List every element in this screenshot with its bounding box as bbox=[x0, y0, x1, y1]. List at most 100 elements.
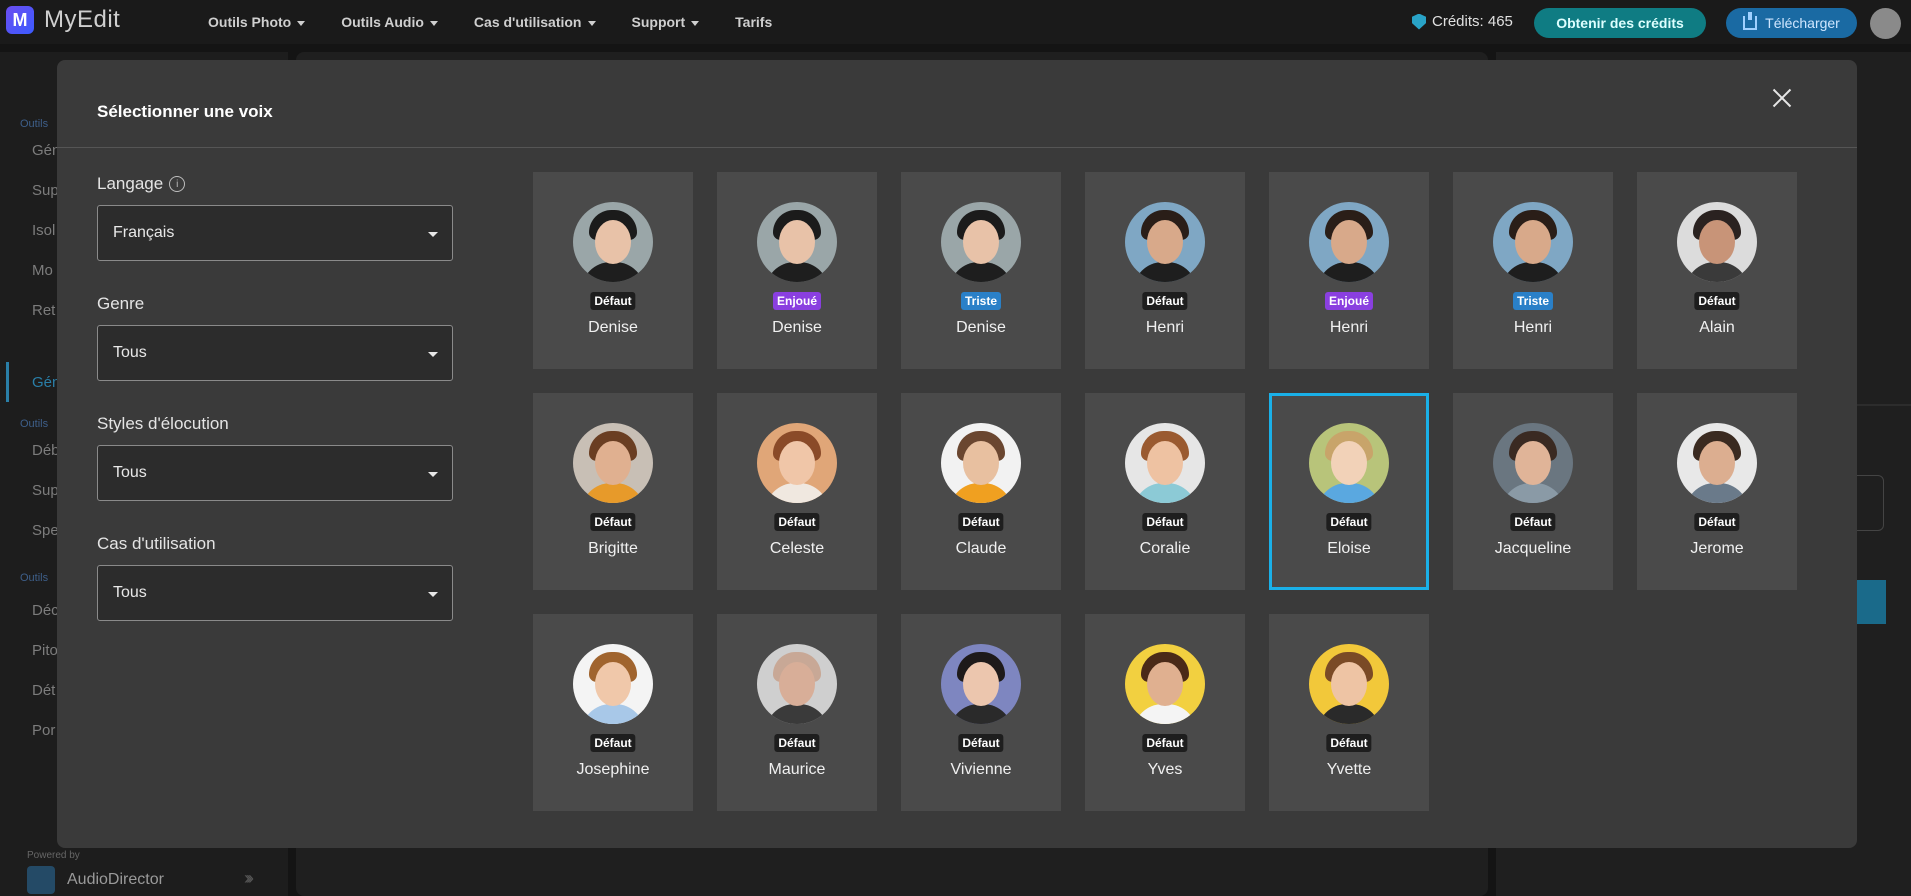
voice-card[interactable]: Défaut Maurice bbox=[717, 614, 877, 811]
usecase-value: Tous bbox=[113, 584, 147, 601]
gender-select[interactable]: Tous bbox=[97, 325, 453, 381]
voice-name: Vivienne bbox=[950, 761, 1012, 778]
info-icon[interactable]: i bbox=[169, 176, 186, 192]
nav-label: Tarifs bbox=[735, 14, 773, 30]
nav-outils-photo[interactable]: Outils Photo bbox=[208, 14, 306, 30]
language-label: Langage bbox=[97, 174, 164, 193]
voice-avatar bbox=[1493, 423, 1573, 503]
avatar-body bbox=[765, 704, 829, 724]
voice-card[interactable]: Défaut Jerome bbox=[1637, 393, 1797, 590]
download-label: Télécharger bbox=[1765, 15, 1840, 31]
avatar-body bbox=[949, 704, 1013, 724]
nav-outils-audio[interactable]: Outils Audio bbox=[341, 14, 438, 30]
double-chevron-right-icon[interactable]: ››› bbox=[244, 868, 254, 889]
voice-card[interactable]: Défaut Brigitte bbox=[533, 393, 693, 590]
voice-style-badge: Défaut bbox=[958, 513, 1004, 531]
style-select[interactable]: Tous bbox=[97, 445, 453, 501]
audiodirector-link[interactable]: AudioDirector bbox=[27, 866, 164, 894]
avatar-face bbox=[1699, 220, 1735, 264]
voice-card[interactable]: Défaut Yvette bbox=[1269, 614, 1429, 811]
voice-avatar bbox=[1125, 202, 1205, 282]
voice-name: Alain bbox=[1699, 319, 1735, 336]
voice-card[interactable]: Défaut Yves bbox=[1085, 614, 1245, 811]
voice-avatar bbox=[941, 423, 1021, 503]
avatar-body bbox=[581, 262, 645, 282]
nav-tarifs[interactable]: Tarifs bbox=[735, 14, 772, 30]
credit-shield-icon bbox=[1412, 13, 1426, 30]
avatar-face bbox=[963, 662, 999, 706]
active-indicator bbox=[6, 362, 9, 402]
avatar-body bbox=[765, 262, 829, 282]
usecase-select[interactable]: Tous bbox=[97, 565, 453, 621]
voice-name: Yvette bbox=[1326, 761, 1372, 778]
voice-style-badge: Défaut bbox=[1142, 513, 1188, 531]
voice-card[interactable]: Défaut Claude bbox=[901, 393, 1061, 590]
sidebar-item: Déb bbox=[32, 442, 60, 459]
voice-style-badge: Défaut bbox=[1510, 513, 1556, 531]
avatar-face bbox=[1331, 662, 1367, 706]
download-icon bbox=[1743, 12, 1758, 30]
avatar-face bbox=[1147, 441, 1183, 485]
avatar-body bbox=[1317, 483, 1381, 503]
sidebar-item: Déc bbox=[32, 602, 59, 619]
voice-grid: Défaut Denise Enjoué Denise Triste Denise Défa… bbox=[533, 172, 1797, 811]
usecase-label: Cas d'utilisation bbox=[97, 534, 216, 553]
voice-avatar bbox=[941, 644, 1021, 724]
voice-style-badge: Défaut bbox=[958, 734, 1004, 752]
nav-label: Support bbox=[631, 14, 686, 30]
voice-card[interactable]: Défaut Denise bbox=[533, 172, 693, 369]
voice-card[interactable]: Enjoué Denise bbox=[717, 172, 877, 369]
usecase-filter-label: Cas d'utilisation bbox=[97, 534, 216, 554]
audiodirector-label: AudioDirector bbox=[67, 871, 164, 888]
language-select[interactable]: Français bbox=[97, 205, 453, 261]
nav-label: Outils Photo bbox=[208, 14, 292, 30]
chevron-down-icon bbox=[297, 20, 306, 26]
avatar-face bbox=[779, 441, 815, 485]
voice-avatar bbox=[1125, 644, 1205, 724]
user-avatar[interactable] bbox=[1870, 8, 1901, 39]
style-label: Styles d'élocution bbox=[97, 414, 229, 433]
logo[interactable]: M MyEdit bbox=[6, 6, 120, 34]
avatar-body bbox=[1133, 262, 1197, 282]
voice-avatar bbox=[573, 423, 653, 503]
voice-card[interactable]: Défaut Coralie bbox=[1085, 393, 1245, 590]
avatar-face bbox=[1147, 662, 1183, 706]
voice-name: Brigitte bbox=[588, 540, 638, 557]
voice-name: Jerome bbox=[1690, 540, 1744, 557]
voice-avatar bbox=[757, 644, 837, 724]
avatar-body bbox=[581, 483, 645, 503]
voice-select-modal: Sélectionner une voix Langage i Français… bbox=[57, 60, 1857, 848]
voice-card[interactable]: Défaut Jacqueline bbox=[1453, 393, 1613, 590]
style-filter-label: Styles d'élocution bbox=[97, 414, 229, 434]
sidebar-item: Spe bbox=[32, 522, 59, 539]
voice-card[interactable]: Défaut Alain bbox=[1637, 172, 1797, 369]
voice-avatar bbox=[573, 644, 653, 724]
voice-card[interactable]: Défaut Josephine bbox=[533, 614, 693, 811]
voice-card[interactable]: Défaut Vivienne bbox=[901, 614, 1061, 811]
nav-support[interactable]: Support bbox=[632, 14, 700, 30]
avatar-face bbox=[595, 662, 631, 706]
voice-card[interactable]: Défaut Celeste bbox=[717, 393, 877, 590]
download-button[interactable]: Télécharger bbox=[1726, 8, 1857, 38]
voice-style-badge: Défaut bbox=[774, 734, 820, 752]
voice-avatar bbox=[1309, 202, 1389, 282]
voice-card[interactable]: Défaut Henri bbox=[1085, 172, 1245, 369]
voice-style-badge: Défaut bbox=[590, 513, 636, 531]
sidebar-item: Ret bbox=[32, 302, 56, 319]
voice-style-badge: Triste bbox=[1512, 292, 1554, 310]
voice-card[interactable]: Triste Denise bbox=[901, 172, 1061, 369]
nav-cas-utilisation[interactable]: Cas d'utilisation bbox=[474, 14, 596, 30]
voice-card[interactable]: Enjoué Henri bbox=[1269, 172, 1429, 369]
close-icon[interactable] bbox=[1767, 84, 1797, 114]
sidebar-item: Sup bbox=[32, 182, 59, 199]
voice-name: Yves bbox=[1147, 761, 1183, 778]
sidebar-item: Sup bbox=[32, 482, 59, 499]
get-credits-button[interactable]: Obtenir des crédits bbox=[1534, 8, 1706, 38]
avatar-face bbox=[779, 662, 815, 706]
avatar-face bbox=[1331, 441, 1367, 485]
avatar-body bbox=[949, 483, 1013, 503]
voice-card[interactable]: Triste Henri bbox=[1453, 172, 1613, 369]
sidebar-item: Isol bbox=[32, 222, 56, 239]
avatar-face bbox=[1515, 220, 1551, 264]
voice-card[interactable]: Défaut Eloise bbox=[1269, 393, 1429, 590]
